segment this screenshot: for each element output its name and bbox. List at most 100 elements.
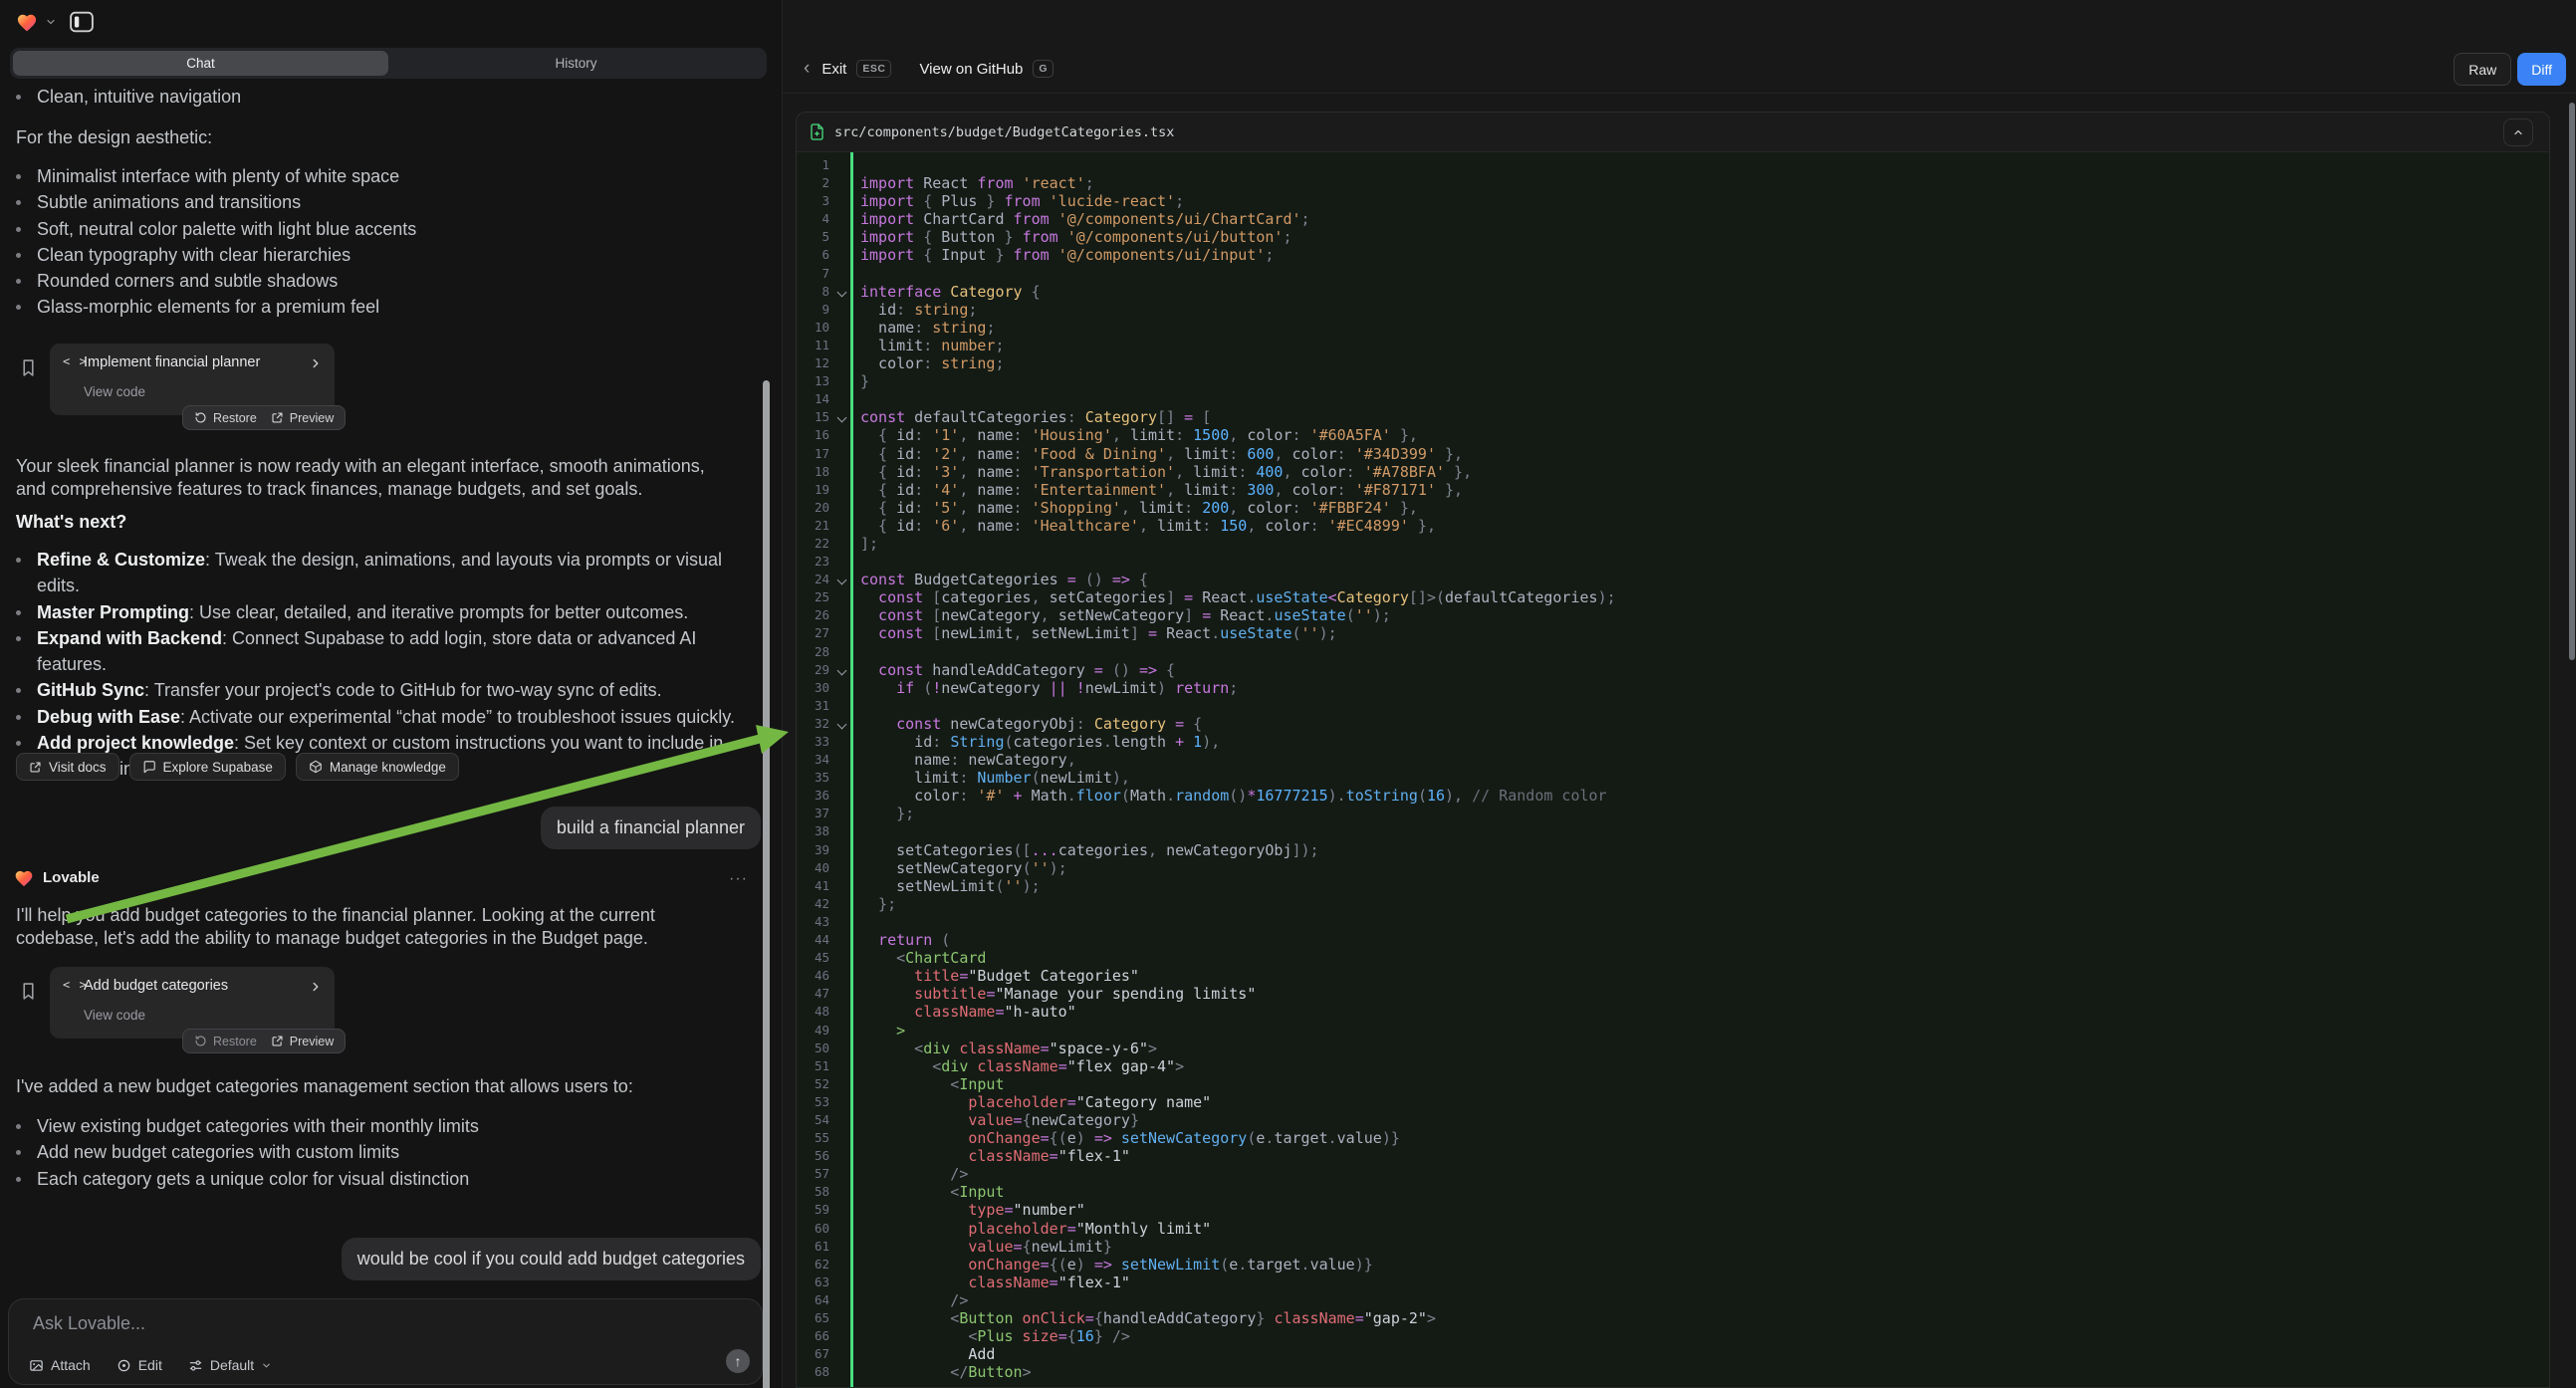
code-line: 36 color: '#' + Math.floor(Math.random()… (797, 787, 2549, 805)
logo-chevron-down-icon[interactable] (45, 16, 57, 28)
user-message-add-categories: would be cool if you could add budget ca… (342, 1238, 761, 1280)
code-line: 67 Add (797, 1345, 2549, 1363)
esc-key-badge: ESC (856, 60, 891, 78)
edit-mode-button[interactable]: Edit (117, 1357, 162, 1373)
view-code-link[interactable]: View code (84, 1008, 145, 1023)
code-line: 13} (797, 372, 2549, 390)
code-line: 40 setNewCategory(''); (797, 859, 2549, 877)
code-line: 21 { id: '6', name: 'Healthcare', limit:… (797, 517, 2549, 535)
tab-history[interactable]: History (388, 51, 764, 76)
view-code-link[interactable]: View code (84, 384, 145, 399)
code-scrollbar[interactable] (2569, 103, 2575, 660)
code-line: 29 const handleAddCategory = () => { (797, 661, 2549, 679)
preview-button[interactable]: Preview (271, 1035, 334, 1048)
added-bullet-list: View existing budget categories with the… (16, 1113, 743, 1192)
code-line: 34 name: newCategory, (797, 751, 2549, 769)
exit-button[interactable]: Exit (821, 61, 846, 78)
design-heading: For the design aesthetic: (16, 126, 212, 149)
bullet-item: Glass-morphic elements for a premium fee… (16, 294, 743, 320)
bullet-item: Each category gets a unique color for vi… (16, 1166, 743, 1192)
code-line: 25 const [categories, setCategories] = R… (797, 588, 2549, 606)
bullet-item: Soft, neutral color palette with light b… (16, 216, 743, 242)
code-line: 54 value={newCategory} (797, 1111, 2549, 1129)
design-bullet-list: Minimalist interface with plenty of whit… (16, 163, 743, 321)
code-line: 9 id: string; (797, 301, 2549, 319)
tab-chat[interactable]: Chat (13, 51, 388, 76)
code-line: 5import { Button } from '@/components/ui… (797, 228, 2549, 246)
code-line: 30 if (!newCategory || !newLimit) return… (797, 679, 2549, 697)
code-line: 45 <ChartCard (797, 949, 2549, 967)
explore-supabase-button[interactable]: Explore Supabase (129, 753, 286, 781)
image-icon (29, 1358, 44, 1373)
code-line: 38 (797, 822, 2549, 840)
lovable-app-window: financial-future-creator ⚙ Supabase GitH… (0, 0, 2576, 1388)
send-arrow-icon: ↑ (735, 1353, 742, 1369)
bullet-item: Rounded corners and subtle shadows (16, 268, 743, 294)
code-line: 64 /> (797, 1291, 2549, 1309)
user-message-build-planner: build a financial planner (541, 807, 761, 849)
diff-toggle-button[interactable]: Diff (2517, 53, 2566, 86)
code-line: 66 <Plus size={16} /> (797, 1327, 2549, 1345)
restore-button[interactable]: Restore (194, 411, 257, 425)
assistant-reply: I'll help you add budget categories to t… (16, 904, 737, 949)
code-line: 32 const newCategoryObj: Category = { (797, 715, 2549, 733)
code-line: 35 limit: Number(newLimit), (797, 769, 2549, 787)
fold-chevron-icon[interactable] (837, 665, 847, 675)
model-selector[interactable]: Default (188, 1357, 272, 1373)
send-button[interactable]: ↑ (726, 1349, 750, 1373)
code-panel: ‹ Exit ESC View on GitHub G Raw Diff src… (782, 0, 2576, 1388)
chat-history-tabs: Chat History (10, 48, 767, 79)
bookmark-icon[interactable] (20, 981, 37, 1002)
code-line: 55 onChange={(e) => setNewCategory(e.tar… (797, 1129, 2549, 1147)
bookmark-icon[interactable] (20, 357, 37, 378)
bullet-item: Master Prompting: Use clear, detailed, a… (16, 599, 743, 625)
code-line: 39 setCategories([...categories, newCate… (797, 841, 2549, 859)
fold-chevron-icon[interactable] (837, 287, 847, 297)
code-line: 56 className="flex-1" (797, 1147, 2549, 1165)
code-line: 47 subtitle="Manage your spending limits… (797, 985, 2549, 1003)
bullet-item: Add new budget categories with custom li… (16, 1139, 743, 1165)
collapse-file-button[interactable] (2503, 118, 2533, 146)
code-line: 43 (797, 913, 2549, 931)
code-line: 31 (797, 697, 2549, 715)
lovable-heart-icon (14, 868, 34, 887)
fold-chevron-icon[interactable] (837, 719, 847, 729)
view-on-github-button[interactable]: View on GitHub (919, 61, 1023, 78)
code-line: 12 color: string; (797, 354, 2549, 372)
toggle-sidebar-icon[interactable] (70, 10, 94, 34)
fold-chevron-icon[interactable] (837, 576, 847, 585)
bullet-item: View existing budget categories with the… (16, 1113, 743, 1139)
code-line: 10 name: string; (797, 319, 2549, 337)
chat-panel: Chat History Clean, intuitive navigation… (0, 44, 782, 1388)
lovable-logo-heart-icon[interactable] (16, 12, 38, 32)
fold-chevron-icon[interactable] (837, 413, 847, 423)
chat-scrollbar[interactable] (763, 380, 770, 1388)
preview-button[interactable]: Preview (271, 411, 334, 425)
code-line: 49 > (797, 1022, 2549, 1040)
code-line: 15const defaultCategories: Category[] = … (797, 408, 2549, 426)
code-line: 37 }; (797, 805, 2549, 822)
code-line: 27 const [newLimit, setNewLimit] = React… (797, 624, 2549, 642)
restore-button[interactable]: Restore (194, 1035, 257, 1048)
whats-next-heading: What's next? (16, 512, 126, 533)
code-line: 46 title="Budget Categories" (797, 967, 2549, 985)
attach-button[interactable]: Attach (29, 1357, 91, 1373)
code-line: 3import { Plus } from 'lucide-react'; (797, 192, 2549, 210)
code-editor: 12import React from 'react';3import { Pl… (797, 156, 2549, 1381)
visit-docs-button[interactable]: Visit docs (16, 753, 119, 781)
more-options-icon[interactable]: ··· (729, 870, 748, 888)
chat-input[interactable] (33, 1313, 630, 1334)
bullet-item: GitHub Sync: Transfer your project's cod… (16, 677, 743, 703)
chevron-right-icon (309, 980, 323, 994)
code-line: 48 className="h-auto" (797, 1003, 2549, 1021)
raw-toggle-button[interactable]: Raw (2454, 53, 2511, 86)
file-header[interactable]: src/components/budget/BudgetCategories.t… (797, 113, 2549, 152)
bullet-item: Clean, intuitive navigation (16, 84, 743, 110)
code-line: 4import ChartCard from '@/components/ui/… (797, 210, 2549, 228)
code-line: 6import { Input } from '@/components/ui/… (797, 246, 2549, 264)
manage-knowledge-button[interactable]: Manage knowledge (296, 753, 459, 781)
g-key-badge: G (1033, 60, 1054, 78)
restore-preview-chip: Restore Preview (182, 1029, 346, 1053)
back-chevron-icon[interactable]: ‹ (804, 58, 810, 80)
code-line: 17 { id: '2', name: 'Food & Dining', lim… (797, 445, 2549, 463)
